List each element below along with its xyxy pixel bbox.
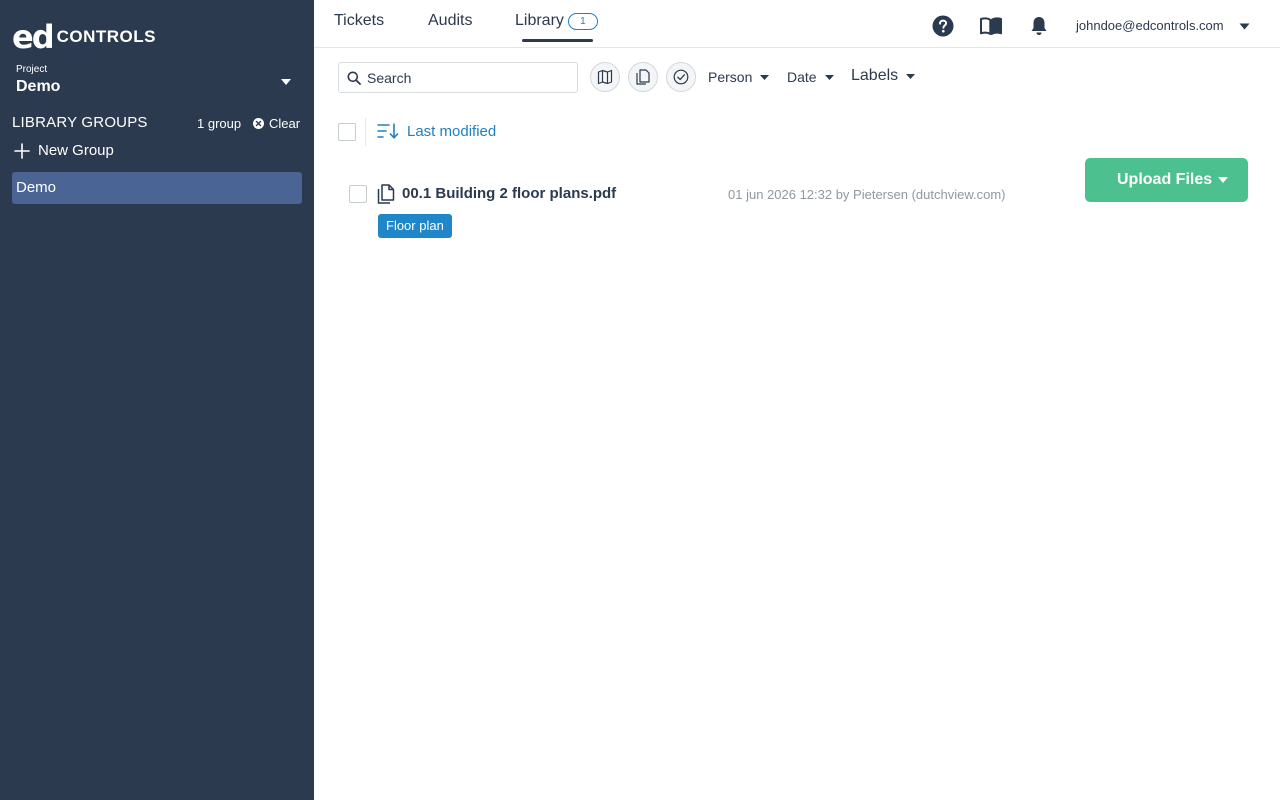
project-selector[interactable]: Demo: [16, 78, 60, 96]
upload-files-label: Upload Files: [1117, 171, 1213, 188]
logo-ed-text: ed: [12, 18, 55, 56]
plus-icon: [14, 142, 30, 159]
file-icon: [377, 184, 395, 204]
date-filter-dropdown[interactable]: Date: [787, 69, 834, 85]
date-filter-label: Date: [787, 69, 817, 85]
map-icon: [597, 69, 613, 85]
search-input[interactable]: [367, 69, 567, 86]
labels-filter-dropdown[interactable]: Labels: [851, 67, 916, 85]
bell-icon[interactable]: [1028, 15, 1050, 37]
group-item-demo[interactable]: Demo: [12, 172, 302, 204]
user-menu[interactable]: johndoe@edcontrols.com: [1076, 18, 1224, 33]
caret-down-icon: [824, 74, 834, 80]
help-icon[interactable]: [932, 15, 954, 37]
new-group-button[interactable]: New Group: [14, 142, 114, 159]
check-circle-icon: [673, 69, 689, 85]
sort-button[interactable]: Last modified: [377, 122, 496, 140]
sidebar: ed CONTROLS Project Demo LIBRARY GROUPS …: [0, 0, 314, 800]
chevron-down-icon[interactable]: [1239, 23, 1250, 30]
file-name-link[interactable]: 00.1 Building 2 floor plans.pdf: [402, 185, 616, 202]
clear-button[interactable]: Clear: [253, 116, 300, 131]
status-filter-button[interactable]: [666, 62, 696, 92]
tab-library-label: Library: [515, 12, 564, 29]
file-row-checkbox[interactable]: [349, 185, 367, 203]
divider: [365, 118, 366, 146]
caret-down-icon[interactable]: [1218, 177, 1228, 183]
document-filter-button[interactable]: [628, 62, 658, 92]
file-meta: 01 jun 2026 12:32 by Pietersen (dutchvie…: [728, 187, 1006, 202]
sort-icon: [377, 123, 399, 139]
clear-label: Clear: [269, 116, 301, 131]
search-icon: [347, 71, 361, 85]
person-filter-label: Person: [708, 69, 753, 85]
document-icon: [636, 69, 650, 85]
library-groups-title: LIBRARY GROUPS: [12, 114, 148, 131]
top-navigation: Tickets Audits Library 1 johndoe@edcontr…: [314, 0, 1280, 48]
book-icon[interactable]: [980, 15, 1002, 37]
file-label-tag[interactable]: Floor plan: [378, 214, 452, 238]
labels-filter-label: Labels: [851, 67, 899, 84]
sort-label: Last modified: [407, 122, 497, 140]
library-count-badge: 1: [567, 12, 598, 30]
tab-tickets[interactable]: Tickets: [334, 12, 384, 30]
new-group-label: New Group: [38, 142, 114, 159]
active-tab-indicator: [522, 39, 593, 42]
chevron-down-icon[interactable]: [280, 78, 292, 86]
close-circle-icon: [253, 118, 264, 129]
map-view-button[interactable]: [590, 62, 620, 92]
select-all-checkbox[interactable]: [338, 123, 356, 141]
logo-controls-text: CONTROLS: [56, 27, 156, 46]
caret-down-icon: [906, 73, 916, 79]
project-label: Project: [16, 64, 48, 75]
group-count: 1 group: [197, 116, 242, 131]
person-filter-dropdown[interactable]: Person: [708, 69, 770, 85]
upload-files-button[interactable]: Upload Files: [1085, 158, 1248, 202]
edcontrols-logo[interactable]: ed CONTROLS: [12, 18, 156, 56]
tab-library[interactable]: Library 1: [515, 12, 598, 30]
caret-down-icon: [760, 74, 770, 80]
tab-audits[interactable]: Audits: [428, 12, 472, 30]
search-box: [338, 62, 578, 93]
